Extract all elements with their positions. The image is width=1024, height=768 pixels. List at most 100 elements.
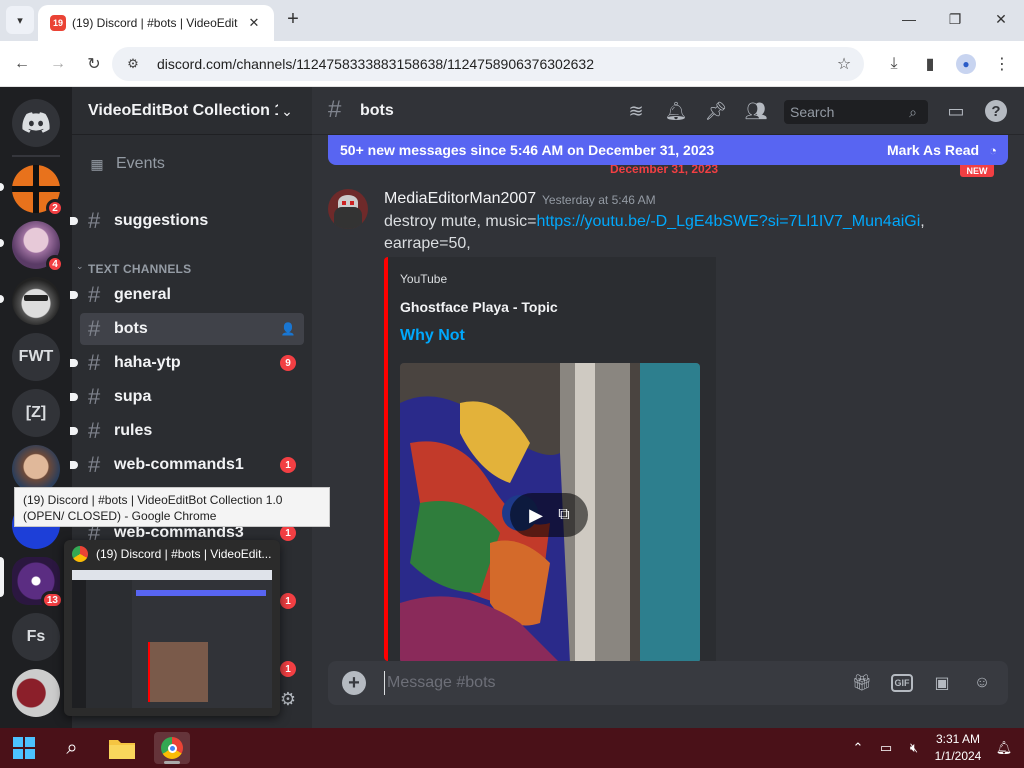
channel-name: suggestions <box>114 212 209 229</box>
mention-badge: 1 <box>280 661 296 677</box>
hash-icon: # <box>88 316 101 341</box>
new-tab-plus-icon[interactable]: + <box>282 8 304 30</box>
chrome-taskbar-icon[interactable] <box>154 732 190 764</box>
taskbar-clock[interactable]: 3:31 AM 1/1/2024 <box>926 731 990 765</box>
search-icon: ⌕ <box>909 103 917 120</box>
chat-area: # bots ≋ 🔔︎ 📌︎ 👥︎ Search ⌕ ▭ ? December … <box>312 87 1024 728</box>
channel-suggestions[interactable]: # suggestions <box>70 205 304 237</box>
preview-thumbnail[interactable] <box>72 570 272 708</box>
unread-pill <box>0 295 4 303</box>
guild-header[interactable]: VideoEditBot Collection 1.0 ⌄ <box>72 87 312 135</box>
rail-divider <box>12 155 60 157</box>
server-rail: 2 4 FWT [Z] 13 Fs <box>0 87 72 728</box>
browser-tab-active[interactable]: 19 (19) Discord | #bots | VideoEdit ✕ <box>38 5 274 41</box>
mention-badge: 1 <box>280 457 296 473</box>
address-bar[interactable]: ⚙ discord.com/channels/11247583338831586… <box>112 47 864 81</box>
discord-home-icon[interactable] <box>12 99 60 147</box>
server-icon-7[interactable] <box>12 445 60 493</box>
mention-badge: 1 <box>280 525 296 541</box>
add-attachment-icon[interactable]: + <box>342 671 366 695</box>
gift-icon[interactable]: 🎁︎ <box>850 671 874 695</box>
channel-web-commands1[interactable]: # web-commands1 1 <box>70 449 304 481</box>
embed-author[interactable]: Ghostface Playa - Topic <box>400 298 558 316</box>
message-input[interactable] <box>384 671 824 695</box>
server-label: FWT <box>18 348 54 365</box>
category-label: TEXT CHANNELS <box>88 262 192 276</box>
server-icon-z[interactable]: [Z] <box>12 389 60 437</box>
sticker-icon[interactable]: ▣ <box>930 671 954 695</box>
server-icon-1[interactable]: 2 <box>12 165 64 217</box>
emoji-icon[interactable]: ☺ <box>970 671 994 695</box>
search-input[interactable]: Search ⌕ <box>784 100 928 124</box>
mark-read-icon[interactable]: ◔ <box>984 141 1002 159</box>
url-text: discord.com/channels/1124758333883158638… <box>157 56 594 72</box>
back-arrow-icon[interactable]: ← <box>10 52 34 76</box>
profile-avatar-icon[interactable]: ● <box>954 52 978 76</box>
gif-icon[interactable]: GIF <box>891 674 913 692</box>
message-link[interactable]: https://youtu.be/-D_LgE4bSWE?si=7Ll1IV7_… <box>537 213 921 230</box>
server-icon-2[interactable]: 4 <box>12 221 64 273</box>
inbox-icon[interactable]: ▭ <box>944 99 968 123</box>
video-thumbnail[interactable]: ▶ ⧉ <box>400 363 700 661</box>
channel-haha-ytp[interactable]: # haha-ytp 9 <box>70 347 304 379</box>
category-text-channels[interactable]: ⌄ TEXT CHANNELS <box>76 259 296 279</box>
open-external-icon[interactable]: ⧉ <box>552 503 576 527</box>
chrome-icon <box>72 546 88 562</box>
add-user-icon[interactable]: 👤 <box>280 321 296 337</box>
new-messages-text: 50+ new messages since 5:46 AM on Decemb… <box>340 142 715 158</box>
notification-bell-icon[interactable]: 🔔︎ <box>664 99 688 123</box>
chevron-down-icon[interactable]: ⌄ <box>278 101 296 121</box>
network-icon[interactable]: ▭ <box>876 738 896 758</box>
volume-muted-icon[interactable]: 🔇︎ <box>904 738 924 758</box>
browser-menu-icon[interactable]: ⋮ <box>990 52 1014 76</box>
browser-tab-strip: ▾ 19 (19) Discord | #bots | VideoEdit ✕ … <box>0 0 1024 41</box>
windows-start-icon[interactable] <box>6 732 42 764</box>
forward-arrow-icon[interactable]: → <box>46 52 70 76</box>
author-avatar[interactable] <box>328 189 368 229</box>
channel-bots[interactable]: # bots 👤 <box>80 313 304 345</box>
message-timestamp: Yesterday at 5:46 AM <box>542 193 656 207</box>
embed-provider[interactable]: YouTube <box>400 271 447 287</box>
server-icon-fwt[interactable]: FWT <box>12 333 60 381</box>
unread-dot <box>70 217 78 225</box>
member-list-icon[interactable]: 👥︎ <box>744 99 768 123</box>
downloads-icon[interactable]: ⤓ <box>882 52 906 76</box>
play-icon[interactable]: ▶ <box>524 503 548 527</box>
channel-title: bots <box>360 102 394 119</box>
threads-icon[interactable]: ≋ <box>624 99 648 123</box>
help-icon[interactable]: ? <box>984 99 1008 123</box>
channel-supa[interactable]: # supa <box>70 381 304 413</box>
mark-as-read-button[interactable]: Mark As Read <box>887 142 979 158</box>
channel-rules[interactable]: # rules <box>70 415 304 447</box>
message-author[interactable]: MediaEditorMan2007 <box>384 189 536 209</box>
chat-header: # bots ≋ 🔔︎ 📌︎ 👥︎ Search ⌕ ▭ ? <box>312 87 1024 135</box>
tab-search-chevron-icon[interactable]: ▾ <box>6 6 34 34</box>
user-avatar[interactable] <box>12 669 60 717</box>
new-messages-pill: NEW <box>960 165 994 177</box>
file-explorer-icon[interactable] <box>104 732 140 764</box>
browser-toolbar: ← → ↻ ⚙ discord.com/channels/11247583338… <box>0 41 1024 87</box>
bookmark-star-icon[interactable]: ☆ <box>834 54 854 74</box>
window-restore-icon[interactable]: ❐ <box>940 8 970 30</box>
site-info-icon[interactable]: ⚙ <box>124 55 142 73</box>
embed-title[interactable]: Why Not <box>400 326 465 346</box>
search-icon[interactable]: ⌕ <box>54 732 90 764</box>
channel-general[interactable]: # general <box>70 279 304 311</box>
unread-dot <box>70 393 78 401</box>
taskbar-window-preview[interactable]: (19) Discord | #bots | VideoEdit... <box>64 540 280 716</box>
server-label: Fs <box>26 628 46 645</box>
reload-icon[interactable]: ↻ <box>82 52 106 76</box>
server-icon-fs[interactable]: Fs <box>12 613 60 661</box>
window-close-icon[interactable]: ✕ <box>986 8 1016 30</box>
message-composer: + 🎁︎ GIF ▣ ☺ <box>328 661 1008 705</box>
new-messages-bar[interactable]: 50+ new messages since 5:46 AM on Decemb… <box>328 135 1008 165</box>
pin-icon[interactable]: 📌︎ <box>704 99 728 123</box>
notification-bell-icon[interactable]: 🔔︎ <box>994 738 1014 758</box>
server-icon-videoeditbot[interactable]: 13 <box>12 557 64 609</box>
events-item[interactable]: ▦ Events <box>80 149 304 179</box>
tab-close-icon[interactable]: ✕ <box>244 13 264 33</box>
server-icon-3[interactable] <box>12 277 60 325</box>
window-minimize-icon[interactable]: — <box>894 8 924 30</box>
tray-chevron-up-icon[interactable]: ⌃ <box>848 738 868 758</box>
side-panel-icon[interactable]: ▮ <box>918 52 942 76</box>
